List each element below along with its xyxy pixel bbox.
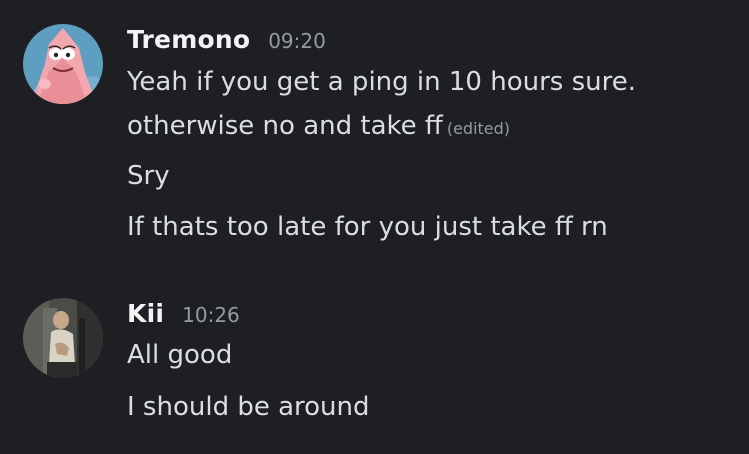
patrick-star-avatar-icon bbox=[23, 24, 103, 104]
message-line: All good bbox=[127, 340, 233, 370]
username[interactable]: Kii bbox=[127, 299, 164, 328]
chat-messages: Tremono 09:20 Yeah if you get a ping in … bbox=[0, 0, 749, 454]
photo-avatar-icon bbox=[23, 298, 103, 378]
avatar[interactable] bbox=[23, 24, 103, 104]
message-line: otherwise no and take ff bbox=[127, 111, 443, 141]
message-line: Sry bbox=[127, 161, 170, 191]
message-header: Kii 10:26 bbox=[127, 299, 240, 329]
message-line: If thats too late for you just take ff r… bbox=[127, 212, 608, 242]
message-line: I should be around bbox=[127, 392, 370, 422]
message-text: I should be around bbox=[127, 391, 370, 423]
message-header: Tremono 09:20 bbox=[127, 25, 326, 55]
message-text: Yeah if you get a ping in 10 hours sure. bbox=[127, 66, 636, 98]
timestamp[interactable]: 10:26 bbox=[182, 303, 240, 327]
message-text: otherwise no and take ff (edited) bbox=[127, 110, 510, 145]
message-text: All good bbox=[127, 339, 232, 371]
message-line: Yeah if you get a ping in 10 hours sure. bbox=[127, 67, 636, 97]
timestamp[interactable]: 09:20 bbox=[268, 29, 326, 53]
message-text: Sry bbox=[127, 160, 170, 192]
avatar[interactable] bbox=[23, 298, 103, 378]
message-text: If thats too late for you just take ff r… bbox=[127, 211, 608, 243]
username[interactable]: Tremono bbox=[127, 25, 250, 54]
edited-label: (edited) bbox=[446, 119, 511, 138]
